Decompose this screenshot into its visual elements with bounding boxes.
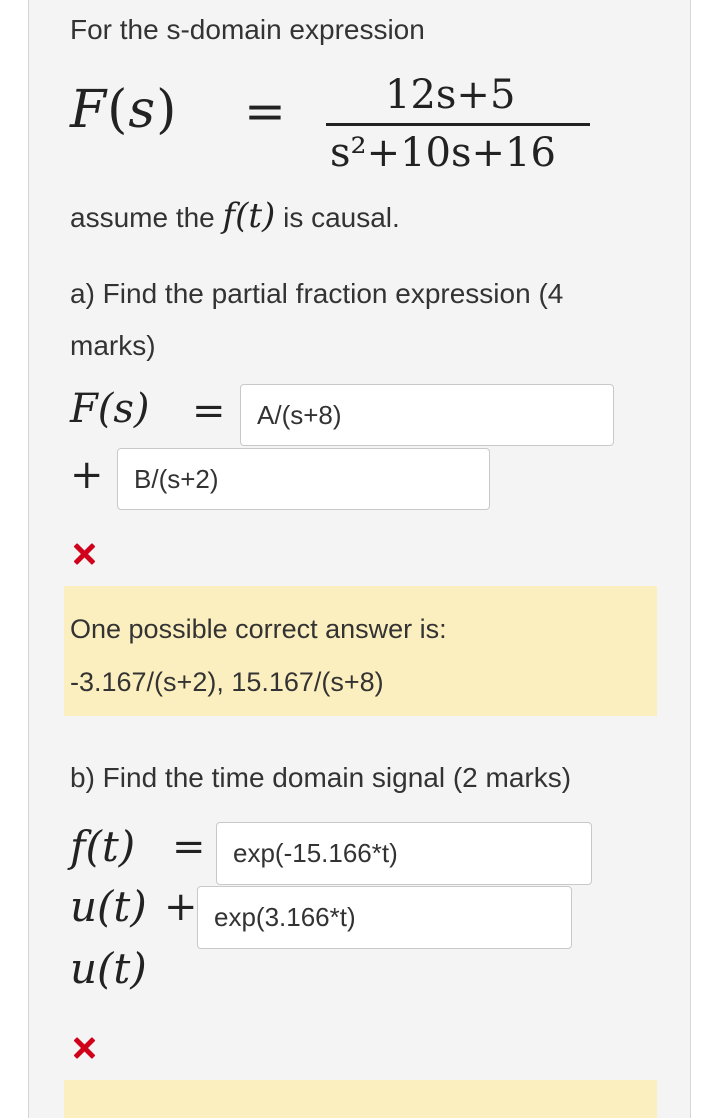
formula-paren-open: ( xyxy=(107,80,129,140)
incorrect-icon xyxy=(72,542,96,566)
feedback-title: One possible correct answer is: xyxy=(70,614,447,644)
causal-prefix: assume the xyxy=(70,202,215,233)
formula-func: F xyxy=(70,80,108,140)
part-a-lhs: F(s) xyxy=(70,386,150,432)
question-intro: For the s-domain expression xyxy=(70,14,425,45)
formula-paren-close: ) xyxy=(156,80,178,140)
part-b-equals: = xyxy=(172,824,206,870)
part-a-equals: = xyxy=(192,388,226,434)
time-signal-input-2[interactable]: exp(3.166*t) xyxy=(197,886,572,949)
feedback-box-2 xyxy=(64,1080,657,1118)
part-b-plus: + xyxy=(164,884,198,930)
unit-step-2: u(t) xyxy=(70,944,147,993)
causal-suffix: is causal. xyxy=(283,202,400,233)
causal-statement: assume the f(t) is causal. xyxy=(70,196,400,236)
formula-arg: s xyxy=(128,80,157,140)
partial-fraction-input-a[interactable]: A/(s+8) xyxy=(240,384,614,446)
formula-numerator: 12s+5 xyxy=(385,72,516,118)
formula-denominator: s²+10s+16 xyxy=(330,130,556,176)
formula-lhs: F(s) xyxy=(70,80,177,140)
causal-func: f(t) xyxy=(222,196,276,236)
incorrect-icon xyxy=(72,1036,96,1060)
formula-equals: = xyxy=(244,82,286,140)
part-b-label: b) Find the time domain signal (2 marks) xyxy=(70,762,572,793)
part-b-lhs: f(t) xyxy=(70,822,136,871)
part-a-plus: + xyxy=(70,452,104,498)
partial-fraction-input-b[interactable]: B/(s+2) xyxy=(117,448,490,510)
unit-step-1: u(t) xyxy=(70,882,147,931)
fraction-bar xyxy=(326,123,590,126)
part-a-label: a) Find the partial fraction expression … xyxy=(70,278,564,361)
time-signal-input-1[interactable]: exp(-15.166*t) xyxy=(216,822,592,885)
feedback-answer: -3.167/(s+2), 15.167/(s+8) xyxy=(70,667,384,697)
